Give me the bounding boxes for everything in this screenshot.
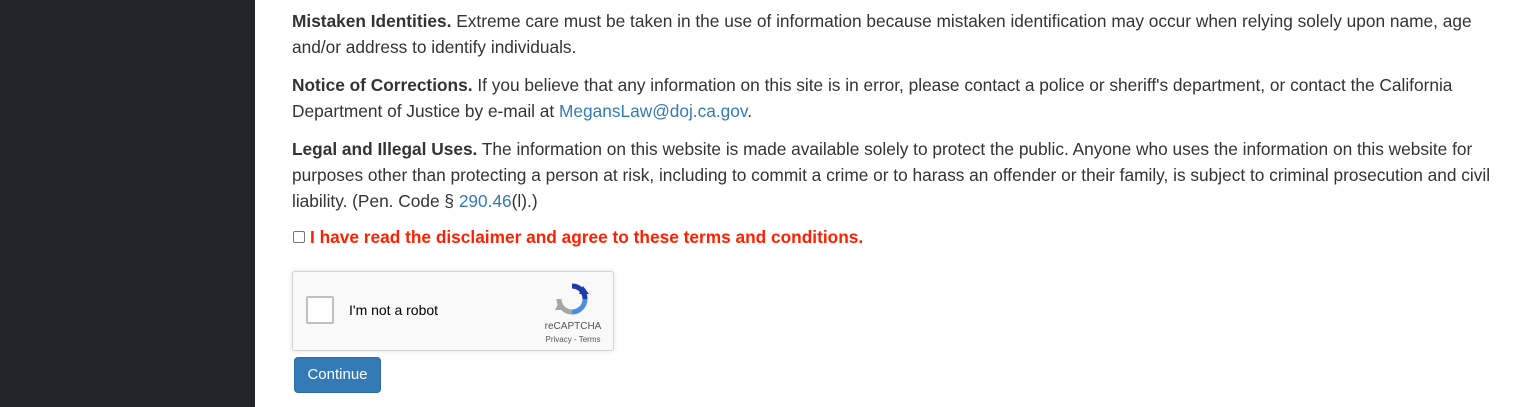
recaptcha-logo-icon <box>555 283 589 315</box>
agreement-checkbox[interactable] <box>293 231 305 243</box>
recaptcha-terms-link[interactable]: Terms <box>579 335 601 344</box>
legal-uses-text-end: (l).) <box>511 191 538 211</box>
disclaimer-content: Mistaken Identities. Extreme care must b… <box>292 8 1492 393</box>
recaptcha-checkbox[interactable] <box>306 296 334 324</box>
legal-uses-paragraph: Legal and Illegal Uses. The information … <box>292 136 1492 214</box>
continue-button[interactable]: Continue <box>294 357 381 393</box>
recaptcha-widget: I'm not a robot reCAPTCHA Privacy - Term… <box>292 271 614 351</box>
agreement-label[interactable]: I have read the disclaimer and agree to … <box>310 224 863 250</box>
legal-uses-heading: Legal and Illegal Uses. <box>292 139 478 159</box>
recaptcha-label: I'm not a robot <box>349 302 439 318</box>
penal-code-link[interactable]: 290.46 <box>459 191 512 211</box>
notice-of-corrections-text-end: . <box>747 101 753 121</box>
notice-of-corrections-paragraph: Notice of Corrections. If you believe th… <box>292 72 1492 124</box>
recaptcha-links: Privacy - Terms <box>525 335 621 345</box>
recaptcha-links-separator: - <box>571 335 579 344</box>
mistaken-identities-text: Extreme care must be taken in the use of… <box>292 11 1472 57</box>
email-link[interactable]: MegansLaw@doj.ca.gov <box>559 101 747 121</box>
mistaken-identities-paragraph: Mistaken Identities. Extreme care must b… <box>292 8 1492 60</box>
agreement-row: I have read the disclaimer and agree to … <box>292 226 1492 248</box>
notice-of-corrections-heading: Notice of Corrections. <box>292 75 473 95</box>
recaptcha-brand: reCAPTCHA <box>544 321 602 332</box>
mistaken-identities-heading: Mistaken Identities. <box>292 11 452 31</box>
left-sidebar <box>0 0 255 407</box>
recaptcha-privacy-link[interactable]: Privacy <box>546 335 572 344</box>
